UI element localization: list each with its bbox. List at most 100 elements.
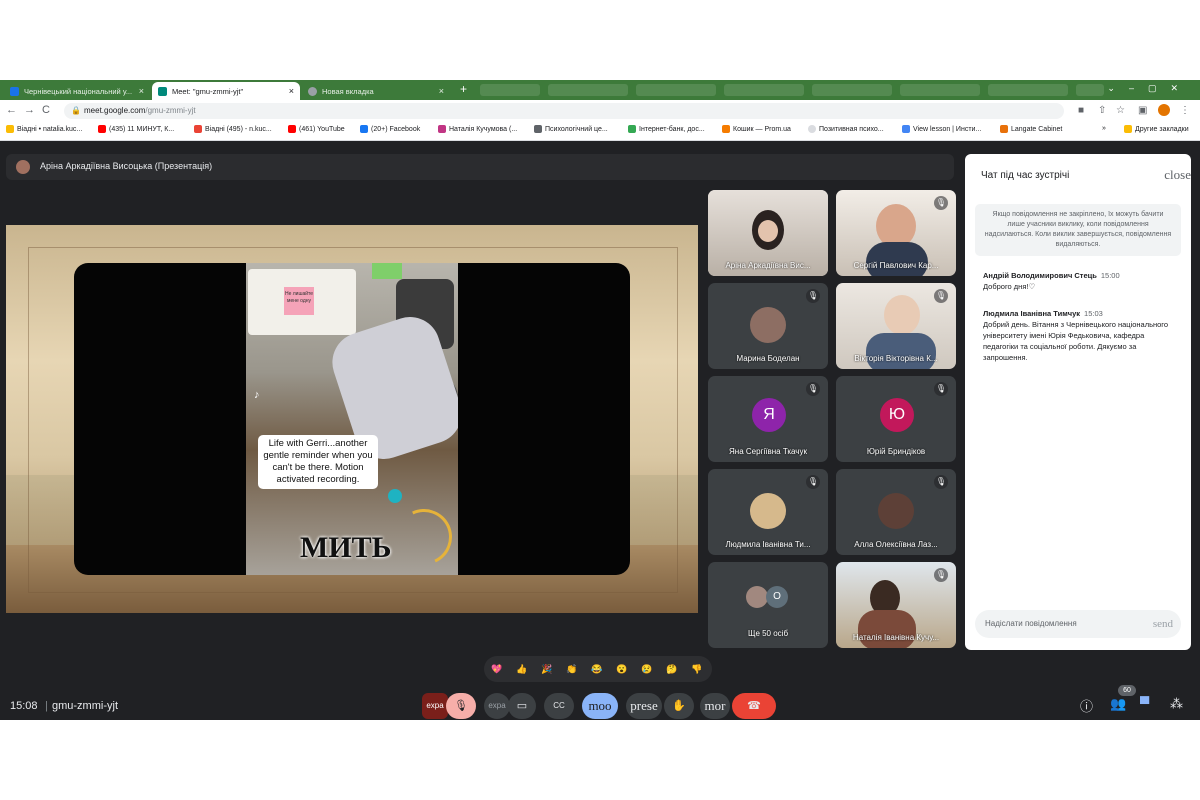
send-button[interactable]: send	[1153, 610, 1173, 638]
participant-tile[interactable]: Ю 🎙 Юрій Бриндіков	[836, 376, 956, 462]
bookmark[interactable]: Кошик — Prom.ua	[722, 125, 791, 133]
captions-icon[interactable]: CC	[544, 693, 574, 719]
heart-emoji[interactable]: 💖	[490, 662, 504, 676]
message-author: Людмила Іванівна Тимчук	[983, 309, 1081, 318]
camera-icon[interactable]: ■	[1078, 105, 1084, 116]
bookmark[interactable]: Віадні (495) - n.kuc...	[194, 125, 272, 133]
bookmark[interactable]: View lesson | Инсти...	[902, 125, 981, 133]
close-icon[interactable]: ×	[439, 86, 444, 96]
back-icon[interactable]: ←	[6, 104, 17, 116]
sad-emoji[interactable]: 😢	[640, 662, 654, 676]
party-emoji[interactable]: 🎉	[540, 662, 554, 676]
star-icon[interactable]: ☆	[1116, 105, 1125, 116]
chat-title: Чат під час зустрічі	[981, 170, 1070, 181]
participant-tile[interactable]: 🎙 Алла Олексіївна Лаз...	[836, 469, 956, 555]
presenter-bar: Аріна Аркадіївна Висоцька (Презентація)	[6, 154, 954, 180]
profile-avatar[interactable]	[1158, 104, 1170, 116]
participant-face	[884, 295, 920, 335]
bookmark[interactable]: (20+) Facebook	[360, 125, 420, 133]
address-bar-row: ← → C 🔒 meet.google.com/gmu-zmmi-yjt ■ ⇧…	[0, 100, 1200, 122]
close-button[interactable]: close	[1164, 167, 1191, 183]
camera-icon[interactable]: ▭	[508, 693, 536, 719]
reactions-button[interactable]: moo	[582, 693, 618, 719]
url-field[interactable]: 🔒 meet.google.com/gmu-zmmi-yjt	[64, 103, 1064, 119]
site-icon	[534, 125, 542, 133]
cart-icon	[722, 125, 730, 133]
window-controls[interactable]: ⌄–▢✕	[1107, 83, 1192, 94]
surprised-emoji[interactable]: 😮	[615, 662, 629, 676]
participant-tile[interactable]: 🎙 Людмила Іванівна Ти...	[708, 469, 828, 555]
mic-off-icon[interactable]: 🎙	[446, 693, 476, 719]
bookmark-label: Langate Cabinet	[1011, 125, 1063, 133]
participant-tile[interactable]: 🎙 Марина Боделан	[708, 283, 828, 369]
bookmark[interactable]: Психологічний це...	[534, 125, 608, 133]
tab-collapsed[interactable]	[988, 84, 1068, 96]
side-panel-icon[interactable]: ▣	[1138, 105, 1147, 116]
end-call-icon[interactable]: ☎	[732, 693, 776, 719]
tab-collapsed[interactable]	[900, 84, 980, 96]
thumbs-down-emoji[interactable]: 👎	[690, 662, 704, 676]
participant-photo	[878, 493, 914, 529]
bookmark[interactable]: Віадні • natalia.kuc...	[6, 125, 82, 133]
tab-collapsed[interactable]	[724, 84, 804, 96]
chat-input[interactable]: Надіслати повідомлення send	[975, 610, 1181, 638]
bookmark-folder[interactable]: Другие закладки	[1124, 125, 1189, 133]
participant-body	[858, 610, 916, 648]
raise-hand-icon[interactable]: ✋	[664, 693, 694, 719]
info-icon[interactable]: ⓘ	[1080, 696, 1093, 715]
bookmarks-bar: Віадні • natalia.kuc... (435) 11 МИНУТ, …	[0, 122, 1200, 141]
bookmark[interactable]: Наталія Кучумова (...	[438, 125, 517, 133]
bookmark[interactable]: Langate Cabinet	[1000, 125, 1062, 133]
chat-notice: Якщо повідомлення не закріплено, їх можу…	[975, 204, 1181, 256]
close-icon[interactable]: ×	[139, 86, 144, 96]
tab-new[interactable]: Новая вкладка ×	[302, 82, 450, 100]
thumbs-up-emoji[interactable]: 👍	[515, 662, 529, 676]
bookmarks-overflow-icon[interactable]: »	[1102, 125, 1106, 132]
new-tab-plus-icon[interactable]: +	[460, 82, 467, 96]
participant-tile[interactable]: Я 🎙 Яна Сергіївна Ткачук	[708, 376, 828, 462]
clap-emoji[interactable]: 👏	[565, 662, 579, 676]
thinking-emoji[interactable]: 🤔	[665, 662, 679, 676]
laugh-emoji[interactable]: 😂	[590, 662, 604, 676]
more-options-button[interactable]: mor	[700, 693, 730, 719]
share-icon[interactable]: ⇧	[1098, 105, 1106, 116]
bookmark[interactable]: Інтернет-банк, дос...	[628, 125, 705, 133]
mic-off-icon: 🎙	[806, 382, 820, 396]
tab-meet[interactable]: Meet: "gmu-zmmi-yjt" ×	[152, 82, 300, 100]
participant-tile[interactable]: 🎙 Вікторія Вікторівна К...	[836, 283, 956, 369]
tab-collapsed[interactable]	[636, 84, 716, 96]
participant-name: Марина Боделан	[736, 354, 800, 363]
bookmark[interactable]: (461) YouTube	[288, 125, 345, 133]
slide-video[interactable]: Не лишайте мене одну ♪ Life with Gerri..…	[74, 263, 630, 575]
mail-icon	[6, 125, 14, 133]
avatar	[16, 160, 30, 174]
pointer-dot	[388, 489, 402, 503]
bookmark[interactable]: (435) 11 МИНУТ, К...	[98, 125, 174, 133]
participant-tile[interactable]: 🎙 Сергій Павлович Кар...	[836, 190, 956, 276]
tab-collapsed[interactable]	[1076, 84, 1104, 96]
expand-mic-options-button[interactable]: expa	[422, 693, 448, 719]
tab-collapsed[interactable]	[480, 84, 540, 96]
youtube-icon	[98, 125, 106, 133]
sticky-note: Не лишайте мене одну	[284, 287, 314, 315]
tab-collapsed[interactable]	[812, 84, 892, 96]
site-icon	[1000, 125, 1008, 133]
bookmark[interactable]: Позитивная психо...	[808, 125, 884, 133]
chat-icon[interactable]: ▀	[1140, 696, 1149, 711]
expand-camera-options-button[interactable]: expa	[484, 693, 510, 719]
menu-icon[interactable]: ⋮	[1180, 105, 1190, 116]
tab-collapsed[interactable]	[548, 84, 628, 96]
participant-tile[interactable]: Аріна Аркадіївна Вис...	[708, 190, 828, 276]
more-participants-tile[interactable]: О Ще 50 осіб	[708, 562, 828, 648]
people-icon[interactable]: 👥	[1110, 696, 1126, 712]
participant-name: Ще 50 осіб	[747, 629, 789, 638]
participant-name: Сергій Павлович Кар...	[853, 261, 939, 270]
close-icon[interactable]: ×	[289, 86, 294, 96]
participant-tile[interactable]: 🎙 Наталія Іванівна Кучу...	[836, 562, 956, 648]
tab-chnu[interactable]: Чернівецький національний у... ×	[4, 82, 150, 100]
present-button[interactable]: prese	[626, 693, 662, 719]
activities-icon[interactable]: ⁂	[1170, 696, 1183, 712]
reload-icon[interactable]: C	[42, 104, 50, 116]
forward-icon[interactable]: →	[24, 104, 35, 116]
participant-name: Яна Сергіївна Ткачук	[729, 447, 807, 456]
